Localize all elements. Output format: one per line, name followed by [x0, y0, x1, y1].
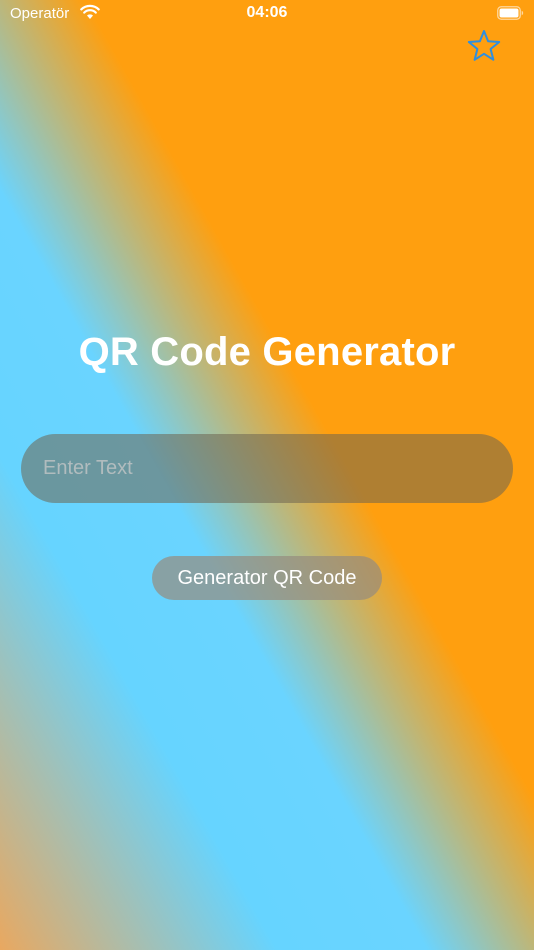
generate-qr-button[interactable]: Generator QR Code — [152, 556, 382, 600]
page-title: QR Code Generator — [78, 330, 456, 374]
favorites-button[interactable] — [466, 28, 502, 64]
text-input[interactable] — [21, 434, 513, 503]
battery-icon — [497, 6, 524, 20]
status-bar: Operatör 04:06 — [0, 0, 534, 30]
star-outline-icon — [467, 30, 501, 61]
app-screen: Operatör 04:06 QR Code Generator Generat… — [0, 0, 534, 950]
clock: 04:06 — [246, 4, 288, 21]
